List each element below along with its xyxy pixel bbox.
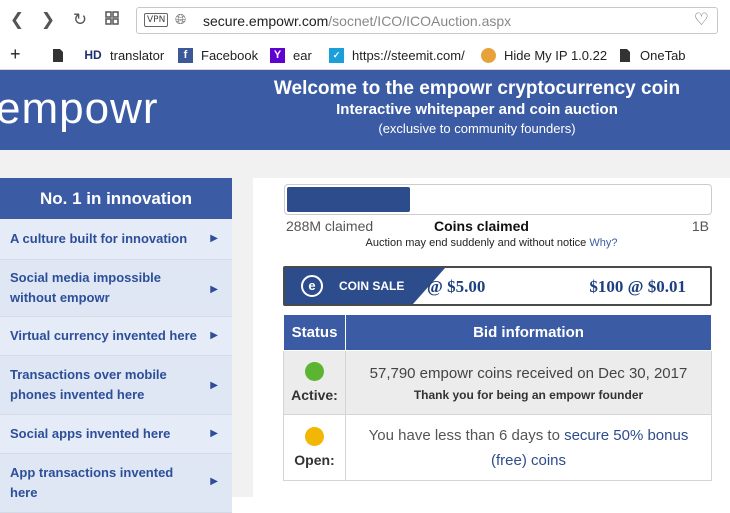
sidebar-item-label: App transactions invented here — [10, 465, 174, 500]
triangle-right-icon: ▶ — [210, 284, 218, 295]
coins-claimed-progress — [284, 184, 712, 215]
sidebar-item-virtual-currency[interactable]: Virtual currency invented here ▶ — [0, 317, 232, 356]
page-note: (exclusive to community founders) — [378, 121, 576, 136]
triangle-right-icon: ▶ — [210, 330, 218, 341]
sidebar-item-social-apps[interactable]: Social apps invented here ▶ — [0, 415, 232, 454]
onetab-icon — [617, 48, 632, 63]
why-link[interactable]: Why? — [589, 237, 617, 249]
tabs-grid-icon[interactable] — [101, 9, 123, 31]
status-label: Active: — [291, 387, 338, 403]
bid-info-header: Bid information — [345, 314, 712, 351]
sidebar-list: A culture built for innovation ▶ Social … — [0, 219, 232, 513]
bid-table: Status Bid information Active: 57,790 em… — [283, 314, 712, 481]
site-header: empowr Welcome to the empowr cryptocurre… — [0, 70, 730, 150]
bookmark-label: translator — [110, 48, 165, 63]
bonus-offer-prefix: You have less than 6 days to — [368, 426, 560, 444]
sidebar-item-label: Social media impossible without empowr — [10, 270, 161, 305]
claimed-max: 1B — [691, 218, 709, 234]
forward-icon[interactable]: ❯ — [37, 9, 59, 31]
browser-toolbar: ❮ ❯ ↻ VPN 🌐︎ secure.empowr.com/socnet/IC… — [0, 0, 730, 40]
bookmark-label: Facebook — [201, 48, 259, 63]
coin-sale-label: COIN SALE — [339, 279, 405, 293]
vpn-badge[interactable]: VPN — [144, 13, 169, 27]
bookmark-translator[interactable]: HD translator — [84, 48, 164, 63]
bid-info-cell: 57,790 empowr coins received on Dec 30, … — [345, 350, 712, 415]
triangle-right-icon: ▶ — [210, 476, 218, 487]
yellow-status-dot-icon — [305, 427, 324, 446]
progress-fill — [287, 187, 410, 212]
bonus-offer-text: You have less than 6 days to secure 50% … — [346, 423, 711, 473]
thank-you-text: Thank you for being an empowr founder — [413, 387, 644, 402]
empowr-logo[interactable]: empowr — [0, 84, 159, 134]
url-domain: secure.empowr.com — [203, 13, 329, 29]
hd-icon: HD — [84, 48, 102, 62]
triangle-right-icon: ▶ — [210, 233, 218, 244]
status-header: Status — [283, 314, 346, 351]
sidebar: No. 1 in innovation A culture built for … — [0, 178, 232, 513]
sidebar-item-label: Social apps invented here — [10, 426, 171, 441]
bid-info-cell: You have less than 6 days to secure 50% … — [345, 414, 712, 481]
welcome-block: Welcome to the empowr cryptocurrency coi… — [240, 78, 714, 138]
facebook-icon: f — [178, 48, 193, 63]
sidebar-item-app-transactions[interactable]: App transactions invented here ▶ — [0, 454, 232, 513]
sidebar-item-mobile-transactions[interactable]: Transactions over mobile phones invented… — [0, 356, 232, 415]
back-icon[interactable]: ❮ — [6, 9, 28, 31]
page-body: No. 1 in innovation A culture built for … — [0, 150, 730, 513]
status-cell: Active: — [283, 350, 346, 415]
main-panel: 288M claimed Coins claimed 1B Auction ma… — [253, 178, 730, 497]
add-bookmark-icon[interactable]: + — [10, 44, 21, 65]
status-label: Open: — [294, 452, 335, 468]
reload-icon[interactable]: ↻ — [69, 9, 91, 31]
coins-received-text: 57,790 empowr coins received on Dec 30, … — [369, 364, 688, 382]
status-cell: Open: — [283, 414, 346, 481]
triangle-right-icon: ▶ — [210, 428, 218, 439]
heart-icon[interactable]: ♡ — [694, 10, 709, 30]
hide-ip-icon — [481, 48, 496, 63]
coin-sale-price: @ $5.00 — [427, 277, 486, 296]
page-title: Welcome to the empowr cryptocurrency coi… — [273, 78, 681, 99]
auction-note: Auction may end suddenly and without not… — [253, 237, 730, 249]
bookmarks-bar: + HD translator f Facebook Y ear ✓ https… — [0, 40, 730, 70]
page-subtitle: Interactive whitepaper and coin auction — [336, 101, 618, 118]
claimed-amount: 288M claimed — [286, 218, 374, 234]
bookmark-steemit[interactable]: ✓ https://steemit.com/ — [329, 48, 465, 63]
url-text[interactable]: secure.empowr.com/socnet/ICO/ICOAuction.… — [203, 13, 511, 29]
bookmark-onetab[interactable]: OneTab — [617, 48, 686, 63]
page-icon[interactable] — [52, 48, 64, 63]
bookmark-facebook[interactable]: f Facebook — [178, 48, 258, 63]
sidebar-item-social-media[interactable]: Social media impossible without empowr ▶ — [0, 260, 232, 317]
bookmark-hide-my-ip[interactable]: Hide My IP 1.0.22 — [481, 48, 607, 63]
green-status-dot-icon — [305, 362, 324, 381]
sidebar-item-label: Virtual currency invented here — [10, 328, 197, 343]
claimed-title: Coins claimed — [434, 218, 529, 234]
globe-icon: 🌐︎ — [175, 12, 187, 28]
empowr-coin-icon: e — [301, 275, 323, 297]
bid-table-header: Status Bid information — [283, 314, 712, 351]
steemit-icon: ✓ — [329, 48, 344, 63]
coin-sale-bar[interactable]: e COIN SALE @ $5.00 $100 @ $0.01 — [283, 266, 712, 306]
auction-note-text: Auction may end suddenly and without not… — [365, 237, 587, 249]
bookmark-ear[interactable]: Y ear — [270, 48, 312, 63]
claim-row: 288M claimed Coins claimed 1B — [286, 218, 709, 235]
bookmark-label: ear — [293, 48, 312, 63]
address-bar[interactable]: VPN 🌐︎ secure.empowr.com/socnet/ICO/ICOA… — [136, 7, 718, 34]
sidebar-item-label: A culture built for innovation — [10, 231, 188, 246]
sidebar-item-label: Transactions over mobile phones invented… — [10, 367, 167, 402]
bookmark-label: https://steemit.com/ — [352, 48, 465, 63]
yahoo-icon: Y — [270, 48, 285, 63]
bookmark-label: OneTab — [640, 48, 686, 63]
sidebar-item-culture[interactable]: A culture built for innovation ▶ — [0, 219, 232, 260]
sidebar-heading: No. 1 in innovation — [0, 178, 232, 219]
bookmark-label: Hide My IP 1.0.22 — [504, 48, 608, 63]
coin-sale-offer: $100 @ $0.01 — [589, 277, 686, 296]
url-path: /socnet/ICO/ICOAuction.aspx — [328, 13, 512, 29]
triangle-right-icon: ▶ — [210, 380, 218, 391]
table-row: Open: You have less than 6 days to secur… — [283, 414, 712, 481]
table-row: Active: 57,790 empowr coins received on … — [283, 350, 712, 415]
